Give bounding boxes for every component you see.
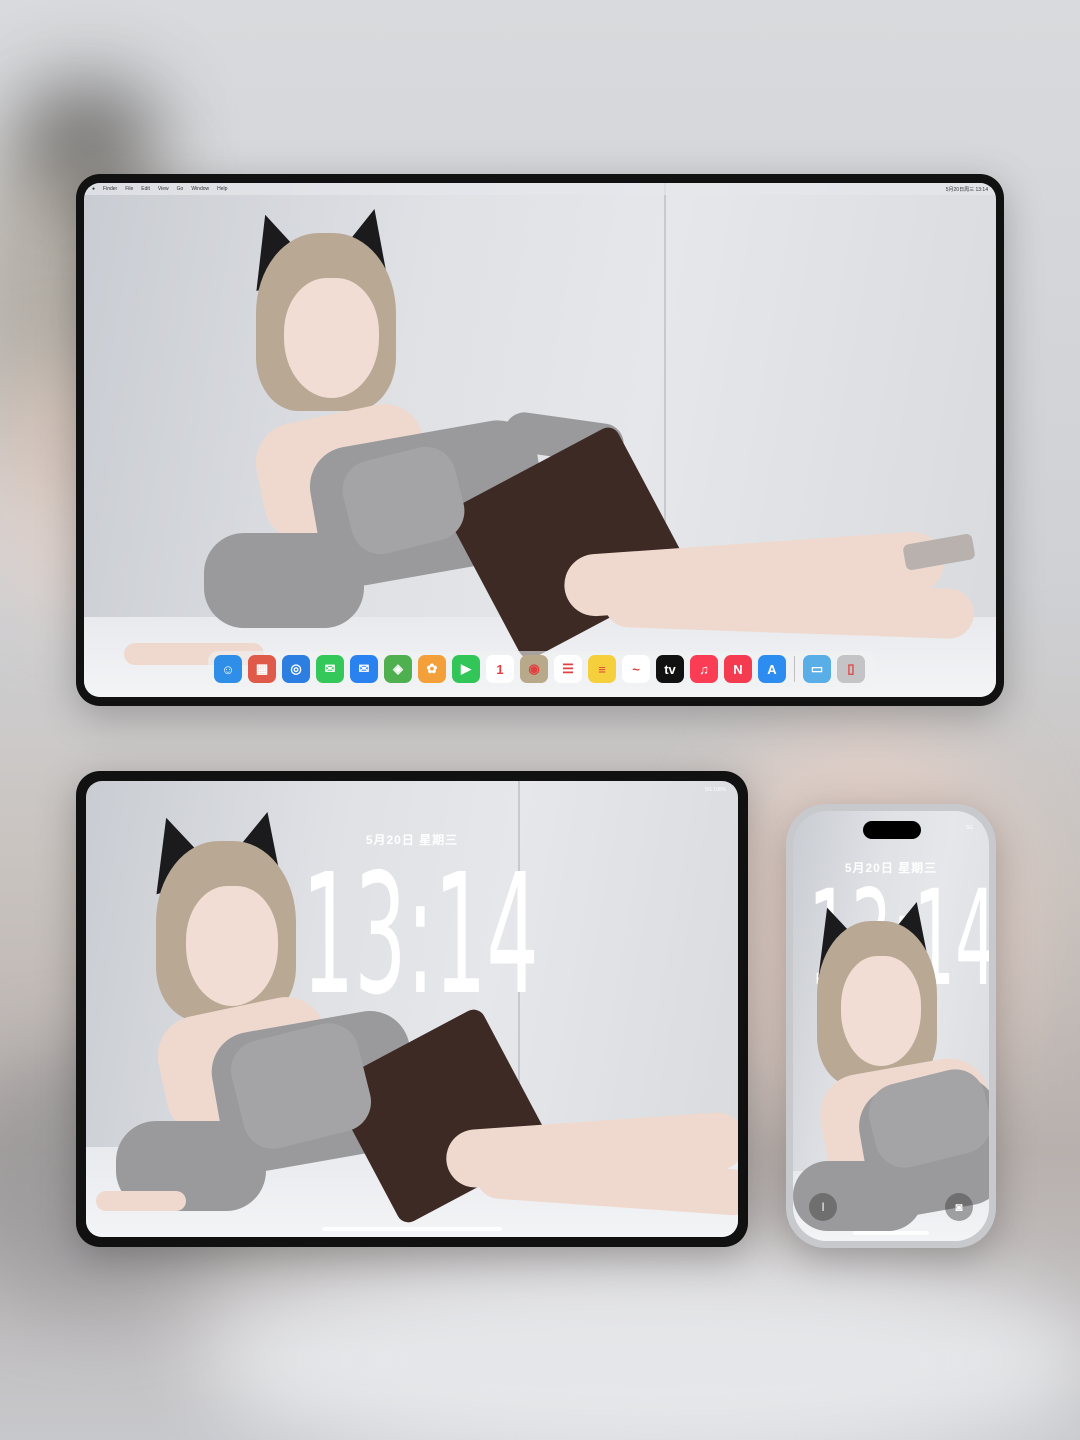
safari-icon[interactable]: ◎ <box>282 655 310 683</box>
iphone-screen: 5月20日 星期三 13:14 5G ǀ ◙ <box>793 811 989 1241</box>
photos-icon[interactable]: ✿ <box>418 655 446 683</box>
mac-dock: ☺ ▦ ◎ ✉ ✉ ◈ ✿ ▶ 1 ◉ ☰ ≡ ~ tv ♫ N A ▭ ▯ <box>208 651 876 687</box>
freeform-icon[interactable]: ~ <box>622 655 650 683</box>
dock-separator <box>794 656 795 682</box>
news-icon[interactable]: N <box>724 655 752 683</box>
menu-view[interactable]: View <box>158 186 169 192</box>
tv-icon[interactable]: tv <box>656 655 684 683</box>
iphone-home-indicator[interactable] <box>853 1231 929 1235</box>
ipad-frame: 5G 100% 5月20日 星期三 13:14 <box>76 771 748 1247</box>
face <box>186 886 278 1006</box>
iphone-status-bar: 5G <box>966 825 973 831</box>
facetime-icon[interactable]: ▶ <box>452 655 480 683</box>
messages-icon[interactable]: ✉ <box>316 655 344 683</box>
camera-icon[interactable]: ◙ <box>945 1193 973 1221</box>
sweater-sleeve <box>204 533 364 628</box>
dynamic-island <box>863 821 921 839</box>
finder-icon[interactable]: ☺ <box>214 655 242 683</box>
iphone-frame: 5月20日 星期三 13:14 5G ǀ ◙ <box>786 804 996 1248</box>
flashlight-icon[interactable]: ǀ <box>809 1193 837 1221</box>
ipad-home-indicator[interactable] <box>322 1227 502 1231</box>
hand <box>96 1191 186 1211</box>
mac-screen: ● Finder File Edit View Go Window Help 5… <box>84 183 996 697</box>
menu-help[interactable]: Help <box>217 186 227 192</box>
notes-icon[interactable]: ≡ <box>588 655 616 683</box>
maps-icon[interactable]: ◈ <box>384 655 412 683</box>
contacts-icon[interactable]: ◉ <box>520 655 548 683</box>
menu-go[interactable]: Go <box>177 186 184 192</box>
app-store-icon[interactable]: A <box>758 655 786 683</box>
menu-edit[interactable]: Edit <box>141 186 150 192</box>
mail-icon[interactable]: ✉ <box>350 655 378 683</box>
reminders-icon[interactable]: ☰ <box>554 655 582 683</box>
menu-window[interactable]: Window <box>191 186 209 192</box>
menu-finder[interactable]: Finder <box>103 186 117 192</box>
mac-menubar: ● Finder File Edit View Go Window Help 5… <box>84 183 996 195</box>
face <box>841 956 921 1066</box>
apple-icon[interactable]: ● <box>92 186 95 192</box>
mac-frame: ● Finder File Edit View Go Window Help 5… <box>76 174 1004 706</box>
ipad-screen: 5G 100% 5月20日 星期三 13:14 <box>86 781 738 1237</box>
calendar-icon[interactable]: 1 <box>486 655 514 683</box>
menubar-clock[interactable]: 5月20日周三 13:14 <box>946 186 988 193</box>
bg-floor-blob <box>200 1250 1080 1440</box>
ipad-lock-time: 13:14 <box>302 839 539 1032</box>
face <box>284 278 379 398</box>
launchpad-icon[interactable]: ▦ <box>248 655 276 683</box>
downloads-folder-icon[interactable]: ▭ <box>803 655 831 683</box>
ipad-status-bar: 5G 100% <box>705 787 726 793</box>
trash-icon[interactable]: ▯ <box>837 655 865 683</box>
music-icon[interactable]: ♫ <box>690 655 718 683</box>
menu-file[interactable]: File <box>125 186 133 192</box>
